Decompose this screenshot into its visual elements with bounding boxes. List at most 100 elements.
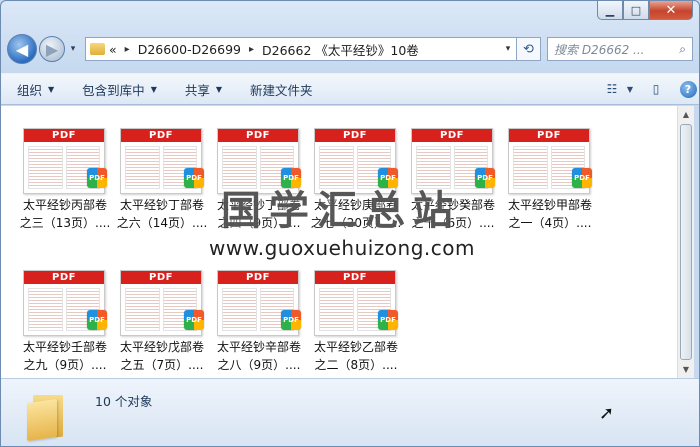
pdf-app-icon: PDF bbox=[572, 168, 592, 188]
organize-label: 组织 bbox=[17, 82, 43, 98]
organize-menu[interactable]: 组织 ▼ bbox=[17, 80, 54, 99]
refresh-button[interactable]: ⟲ bbox=[517, 37, 541, 61]
vertical-scrollbar[interactable]: ▲ ▼ bbox=[677, 106, 694, 378]
pdf-band-label: PDF bbox=[315, 129, 395, 142]
pdf-app-icon: PDF bbox=[87, 310, 107, 330]
caption-buttons: ▁ □ ✕ bbox=[597, 1, 693, 21]
pdf-band-label: PDF bbox=[218, 129, 298, 142]
scroll-up-icon[interactable]: ▲ bbox=[678, 106, 694, 123]
scroll-down-icon[interactable]: ▼ bbox=[678, 361, 694, 378]
file-name: 太平经钞丙部卷 之三（13页）.... bbox=[13, 196, 117, 232]
file-name-line1: 太平经钞戊部卷 bbox=[119, 340, 204, 354]
maximize-button[interactable]: □ bbox=[623, 1, 649, 20]
file-name-line2: 之八（9页）.... bbox=[217, 358, 301, 372]
file-name-line1: 太平经钞辛部卷 bbox=[216, 340, 301, 354]
pdf-band-label: PDF bbox=[121, 271, 201, 284]
pdf-app-icon: PDF bbox=[184, 310, 204, 330]
folder-icon bbox=[90, 43, 105, 55]
file-name-line2: 之一（4页）.... bbox=[508, 216, 592, 230]
file-item[interactable]: PDF PDF 太平经钞庚部卷 之七（20页）.... bbox=[310, 128, 406, 246]
new-folder-label: 新建文件夹 bbox=[250, 82, 313, 98]
file-name-line1: 太平经钞乙部卷 bbox=[313, 340, 398, 354]
pdf-band-label: PDF bbox=[509, 129, 589, 142]
file-name-line1: 太平经钞甲部卷 bbox=[507, 198, 592, 212]
pdf-app-icon: PDF bbox=[378, 168, 398, 188]
file-name: 太平经钞乙部卷 之二（8页）.... bbox=[304, 338, 408, 374]
crumb-separator-icon[interactable]: ▸ bbox=[125, 44, 130, 55]
file-name-line1: 太平经钞庚部卷 bbox=[313, 198, 398, 212]
search-input[interactable]: 搜索 D26662 ... ⌕ bbox=[547, 37, 693, 61]
search-icon[interactable]: ⌕ bbox=[679, 42, 686, 57]
scrollbar-thumb[interactable] bbox=[680, 124, 692, 360]
pdf-app-icon: PDF bbox=[378, 310, 398, 330]
file-item[interactable]: PDF PDF 太平经钞乙部卷 之二（8页）.... bbox=[310, 270, 406, 388]
file-name-line1: 太平经钞癸部卷 bbox=[410, 198, 495, 212]
change-view-icon[interactable]: ☷ bbox=[601, 79, 623, 99]
chevron-down-icon: ▼ bbox=[48, 84, 55, 94]
file-item[interactable]: PDF PDF 太平经钞壬部卷 之九（9页）.... bbox=[19, 270, 115, 388]
file-item[interactable]: PDF PDF 太平经钞丁部卷 之四（9页）.... bbox=[213, 128, 309, 246]
forward-arrow-icon: ▶ bbox=[45, 39, 59, 59]
file-name: 太平经钞壬部卷 之九（9页）.... bbox=[13, 338, 117, 374]
address-overflow[interactable]: « bbox=[109, 42, 117, 57]
file-item[interactable]: PDF PDF 太平经钞丙部卷 之三（13页）.... bbox=[19, 128, 115, 246]
new-folder-button[interactable]: 新建文件夹 bbox=[250, 80, 313, 99]
address-dropdown-icon[interactable]: ▾ bbox=[500, 44, 516, 54]
share-menu[interactable]: 共享 ▼ bbox=[185, 80, 222, 99]
file-name-line1: 太平经钞丁部卷 bbox=[216, 198, 301, 212]
file-name: 太平经钞戊部卷 之五（7页）.... bbox=[110, 338, 214, 374]
crumb-separator-icon[interactable]: ▸ bbox=[249, 44, 254, 55]
details-pane: 10 个对象 ➚ bbox=[1, 378, 699, 446]
file-name-line2: 之九（9页）.... bbox=[23, 358, 107, 372]
file-name: 太平经钞丁部卷 之六（14页）.... bbox=[110, 196, 214, 232]
file-list: PDF PDF 太平经钞丙部卷 之三（13页）.... PDF PDF 太平经钞丁部卷 之六（… bbox=[1, 106, 677, 378]
share-label: 共享 bbox=[184, 82, 210, 98]
help-icon: ? bbox=[679, 80, 697, 98]
minimize-button[interactable]: ▁ bbox=[597, 1, 623, 20]
breadcrumb-parent[interactable]: D26600-D26699 bbox=[138, 42, 241, 57]
pdf-band-label: PDF bbox=[121, 129, 201, 142]
recent-pages-dropdown[interactable]: ▾ bbox=[67, 44, 79, 54]
pdf-app-icon: PDF bbox=[281, 168, 301, 188]
preview-pane-icon[interactable]: ▯ bbox=[645, 79, 667, 99]
pdf-app-icon: PDF bbox=[87, 168, 107, 188]
file-name-line1: 太平经钞壬部卷 bbox=[22, 340, 107, 354]
explorer-window: ▁ □ ✕ ◀ ▶ ▾ « ▸ D26600-D26699 ▸ D26662 《… bbox=[0, 0, 700, 447]
file-name-line2: 之四（9页）.... bbox=[217, 216, 301, 230]
forward-button[interactable]: ▶ bbox=[39, 36, 65, 62]
address-bar[interactable]: « ▸ D26600-D26699 ▸ D26662 《太平经钞》10卷 ▾ bbox=[85, 37, 517, 61]
include-in-library-menu[interactable]: 包含到库中 ▼ bbox=[82, 80, 157, 99]
file-name: 太平经钞癸部卷 之十（6页）.... bbox=[401, 196, 505, 232]
file-item[interactable]: PDF PDF 太平经钞癸部卷 之十（6页）.... bbox=[407, 128, 503, 246]
file-name-line2: 之十（6页）.... bbox=[411, 216, 495, 230]
file-name-line1: 太平经钞丁部卷 bbox=[119, 198, 204, 212]
chevron-down-icon: ▼ bbox=[215, 84, 223, 94]
pdf-app-icon: PDF bbox=[475, 168, 495, 188]
back-button[interactable]: ◀ bbox=[7, 34, 37, 64]
mouse-pointer-icon: ➚ bbox=[599, 403, 615, 424]
pdf-app-icon: PDF bbox=[184, 168, 204, 188]
include-library-label: 包含到库中 bbox=[82, 82, 145, 98]
file-name-line2: 之五（7页）.... bbox=[120, 358, 204, 372]
item-count: 10 个对象 bbox=[95, 394, 153, 409]
pdf-band-label: PDF bbox=[24, 271, 104, 284]
file-item[interactable]: PDF PDF 太平经钞甲部卷 之一（4页）.... bbox=[504, 128, 600, 246]
file-name-line2: 之七（20页）.... bbox=[310, 216, 402, 230]
refresh-icon: ⟲ bbox=[523, 41, 534, 57]
close-button[interactable]: ✕ bbox=[649, 1, 693, 20]
help-button[interactable]: ? bbox=[677, 79, 699, 99]
search-placeholder: 搜索 D26662 ... bbox=[554, 42, 645, 57]
chevron-down-icon: ▼ bbox=[150, 84, 157, 94]
pdf-band-label: PDF bbox=[24, 129, 104, 142]
pdf-band-label: PDF bbox=[315, 271, 395, 284]
file-name: 太平经钞辛部卷 之八（9页）.... bbox=[207, 338, 311, 374]
file-item[interactable]: PDF PDF 太平经钞丁部卷 之六（14页）.... bbox=[116, 128, 212, 246]
file-name: 太平经钞庚部卷 之七（20页）.... bbox=[304, 196, 408, 232]
folder-icon bbox=[27, 391, 67, 442]
file-item[interactable]: PDF PDF 太平经钞戊部卷 之五（7页）.... bbox=[116, 270, 212, 388]
toolbar-right: ☷ ▼ ▯ ? bbox=[591, 79, 699, 99]
chevron-down-icon[interactable]: ▼ bbox=[625, 79, 635, 99]
breadcrumb-current[interactable]: D26662 《太平经钞》10卷 bbox=[262, 40, 419, 59]
file-item[interactable]: PDF PDF 太平经钞辛部卷 之八（9页）.... bbox=[213, 270, 309, 388]
pdf-band-label: PDF bbox=[218, 271, 298, 284]
